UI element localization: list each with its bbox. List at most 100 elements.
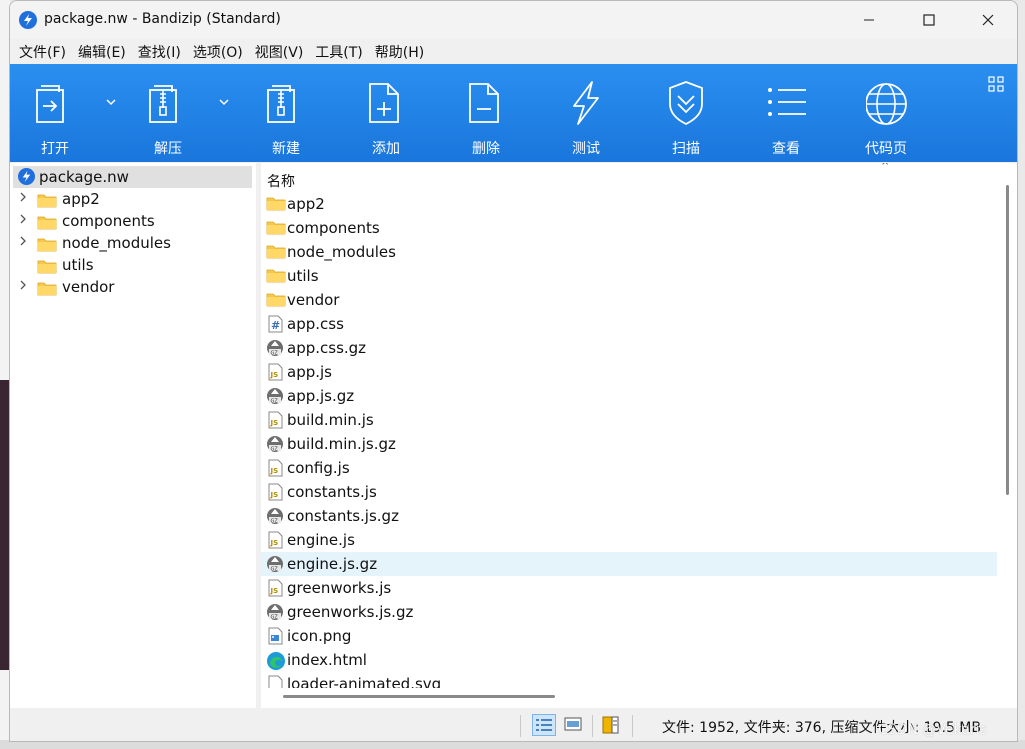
file-row[interactable]: app2: [261, 192, 997, 216]
svg-text:GZ: GZ: [271, 615, 279, 621]
file-row[interactable]: GZ constants.js.gz: [261, 504, 997, 528]
file-name: config.js: [287, 459, 350, 477]
file-name: engine.js.gz: [287, 555, 378, 573]
file-row[interactable]: JS build.min.js: [261, 408, 997, 432]
gz-file-icon: GZ: [266, 339, 284, 357]
file-name: app.js.gz: [287, 387, 355, 405]
menu-edit[interactable]: 编辑(E): [76, 39, 134, 64]
vertical-scroll-thumb[interactable]: [1006, 185, 1009, 495]
file-name: vendor: [287, 291, 340, 309]
file-row[interactable]: utils: [261, 264, 997, 288]
file-row[interactable]: loader-animated.svg: [261, 672, 997, 688]
extract-button[interactable]: 解压: [128, 64, 208, 162]
tree-item-app2[interactable]: app2: [10, 188, 256, 210]
svg-text:JS: JS: [270, 491, 279, 499]
menu-help[interactable]: 帮助(H): [373, 39, 432, 64]
folder-icon: [37, 258, 57, 278]
scan-button[interactable]: 扫描: [646, 64, 726, 162]
tree-item-node-modules[interactable]: node_modules: [10, 232, 256, 254]
tree-root-item[interactable]: package.nw: [13, 166, 252, 188]
folder-icon: [266, 291, 286, 309]
delete-button[interactable]: 删除: [446, 64, 526, 162]
archive-info-button[interactable]: [600, 714, 624, 736]
image-file-icon: [266, 627, 284, 645]
maximize-button[interactable]: [900, 1, 958, 39]
js-file-icon: JS: [266, 411, 284, 429]
file-row[interactable]: GZ greenworks.js.gz: [261, 600, 997, 624]
open-dropdown-arrow[interactable]: [103, 94, 119, 110]
folder-icon: [37, 214, 57, 234]
file-row[interactable]: GZ app.css.gz: [261, 336, 997, 360]
chevron-right-icon[interactable]: [19, 235, 27, 250]
svg-text:JS: JS: [270, 419, 279, 427]
svg-text:#: #: [271, 319, 280, 332]
menu-find[interactable]: 查找(I): [136, 39, 189, 64]
view-button[interactable]: 查看: [746, 64, 826, 162]
file-row[interactable]: JS engine.js: [261, 528, 997, 552]
file-row[interactable]: JS constants.js: [261, 480, 997, 504]
file-name: build.min.js.gz: [287, 435, 396, 453]
file-row[interactable]: GZ build.min.js.gz: [261, 432, 997, 456]
codepage-button[interactable]: 代码页: [846, 64, 926, 162]
menu-tools[interactable]: 工具(T): [313, 39, 370, 64]
scan-label: 扫描: [672, 141, 700, 157]
horizontal-scroll-thumb[interactable]: [283, 695, 555, 698]
file-row[interactable]: components: [261, 216, 997, 240]
extract-dropdown-arrow[interactable]: [216, 94, 232, 110]
js-file-icon: JS: [266, 459, 284, 477]
add-button[interactable]: 添加: [346, 64, 426, 162]
sort-indicator: ^: [881, 163, 890, 172]
svg-text:GZ: GZ: [271, 447, 279, 453]
chevron-right-icon[interactable]: [19, 191, 27, 206]
preview-view-button[interactable]: [562, 714, 586, 736]
file-row[interactable]: GZ app.js.gz: [261, 384, 997, 408]
tree-item-vendor[interactable]: vendor: [10, 276, 256, 298]
js-file-icon: JS: [266, 483, 284, 501]
test-label: 测试: [572, 141, 600, 157]
file-name: greenworks.js.gz: [287, 603, 414, 621]
status-separator: [592, 715, 593, 737]
file-row[interactable]: # app.css: [261, 312, 997, 336]
details-view-button[interactable]: [532, 714, 556, 736]
file-name: constants.js: [287, 483, 377, 501]
file-row[interactable]: GZ engine.js.gz: [261, 552, 997, 576]
menu-file[interactable]: 文件(F): [17, 39, 74, 64]
file-row[interactable]: JS config.js: [261, 456, 997, 480]
file-name: constants.js.gz: [287, 507, 399, 525]
file-row[interactable]: index.html: [261, 648, 997, 672]
view-label: 查看: [772, 141, 800, 157]
lightning-icon: [573, 81, 599, 125]
new-button[interactable]: 新建: [246, 64, 326, 162]
file-row[interactable]: JS app.js: [261, 360, 997, 384]
menu-options[interactable]: 选项(O): [191, 39, 251, 64]
extract-label: 解压: [154, 141, 182, 157]
column-header-name[interactable]: 名称 ^: [261, 163, 999, 191]
title-bar[interactable]: package.nw - Bandizip (Standard): [10, 1, 1017, 39]
js-file-icon: JS: [266, 363, 284, 381]
test-button[interactable]: 测试: [546, 64, 626, 162]
open-button[interactable]: 打开: [15, 64, 95, 162]
minimize-button[interactable]: [840, 1, 898, 39]
file-name: utils: [287, 267, 319, 285]
tree-item-label: utils: [62, 256, 94, 274]
tree-item-components[interactable]: components: [10, 210, 256, 232]
extract-icon: [149, 85, 177, 123]
add-label: 添加: [372, 141, 400, 157]
file-row[interactable]: JS greenworks.js: [261, 576, 997, 600]
file-row[interactable]: node_modules: [261, 240, 997, 264]
svg-text:JS: JS: [270, 467, 279, 475]
file-row[interactable]: vendor: [261, 288, 997, 312]
svg-text:JS: JS: [270, 539, 279, 547]
layout-grid-icon[interactable]: [988, 76, 1004, 92]
file-name: greenworks.js: [287, 579, 392, 597]
vertical-scrollbar[interactable]: [999, 163, 1017, 688]
menu-view[interactable]: 视图(V): [253, 39, 312, 64]
svg-file-icon: [266, 675, 284, 688]
close-button[interactable]: [959, 1, 1017, 39]
chevron-right-icon[interactable]: [19, 213, 27, 228]
horizontal-scrollbar[interactable]: [261, 688, 999, 708]
chevron-right-icon[interactable]: [19, 279, 27, 294]
file-name: icon.png: [287, 627, 352, 645]
tree-item-utils[interactable]: utils: [10, 254, 256, 276]
file-row[interactable]: icon.png: [261, 624, 997, 648]
